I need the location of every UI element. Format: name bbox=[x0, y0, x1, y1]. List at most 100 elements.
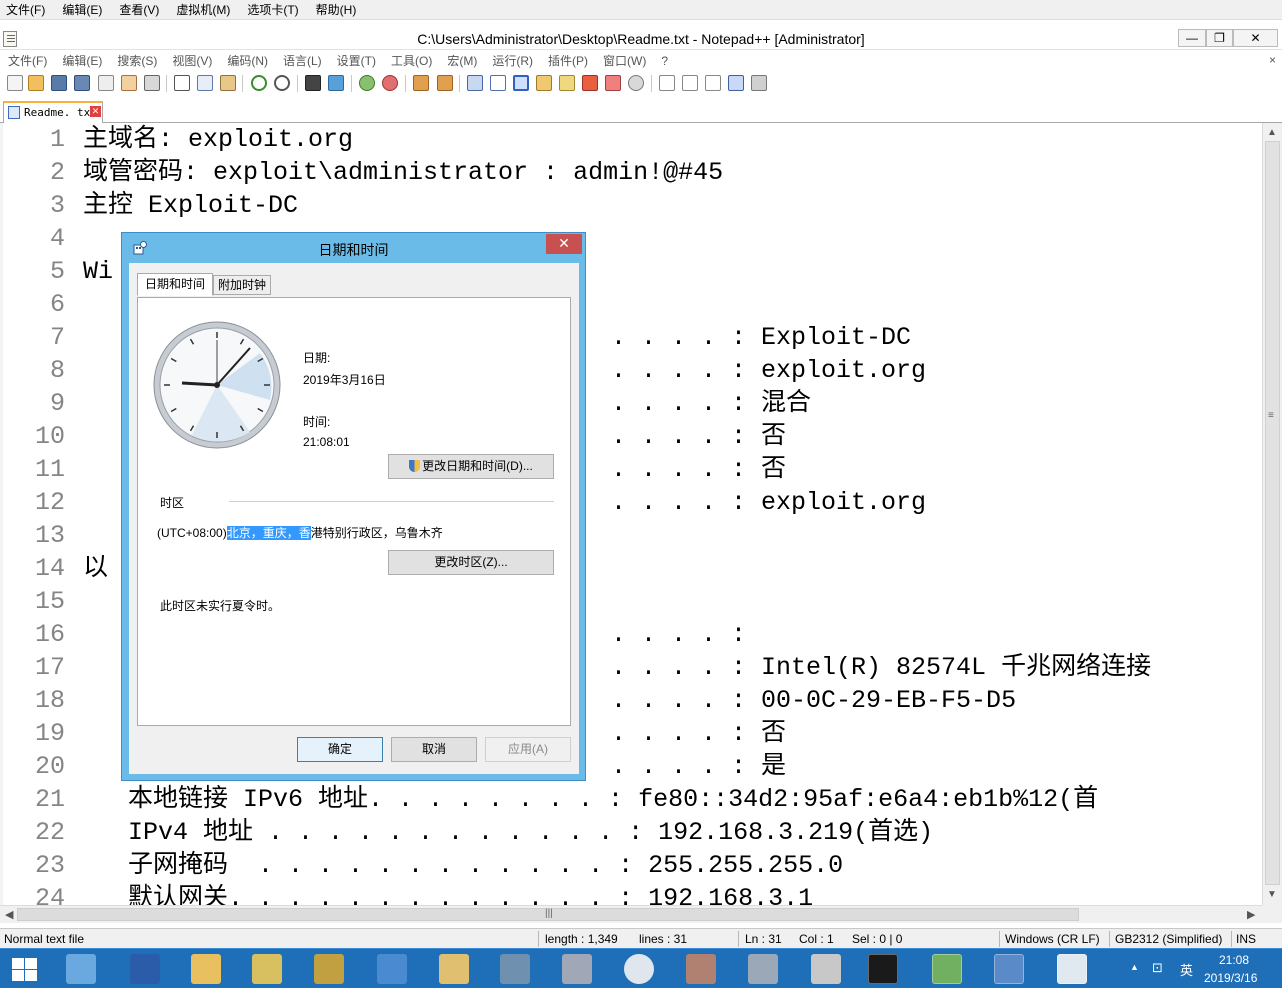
ad-users-icon[interactable] bbox=[314, 954, 344, 984]
udl-icon[interactable] bbox=[536, 75, 552, 91]
play-macro-icon[interactable] bbox=[705, 75, 721, 91]
server-icon[interactable] bbox=[811, 954, 841, 984]
close-all-icon[interactable] bbox=[121, 75, 137, 91]
menu-window[interactable]: 窗口(W) bbox=[603, 52, 646, 69]
minimize-button[interactable]: — bbox=[1178, 29, 1206, 47]
vertical-scroll-thumb[interactable] bbox=[1265, 141, 1280, 885]
save-macro-icon[interactable] bbox=[751, 75, 767, 91]
menu-search[interactable]: 搜索(S) bbox=[117, 52, 157, 69]
indent-guide-icon[interactable] bbox=[513, 75, 529, 91]
sync-vertical-icon[interactable] bbox=[413, 75, 429, 91]
save-all-icon[interactable] bbox=[74, 75, 90, 91]
cmd-icon[interactable] bbox=[868, 954, 898, 984]
menu-settings[interactable]: 设置(T) bbox=[337, 52, 376, 69]
monitoring-icon[interactable] bbox=[628, 75, 644, 91]
close-document-icon[interactable]: × bbox=[1269, 53, 1276, 67]
menu-language[interactable]: 语言(L) bbox=[283, 52, 322, 69]
tray-expand-icon[interactable]: ▲ bbox=[1130, 962, 1139, 972]
redo-icon[interactable] bbox=[274, 75, 290, 91]
tab-date-time[interactable]: 日期和时间 bbox=[137, 273, 213, 296]
menu-file[interactable]: 文件(F) bbox=[8, 52, 47, 69]
notepadpp-taskbar-icon[interactable] bbox=[932, 954, 962, 984]
dialog-close-button[interactable]: ✕ bbox=[546, 234, 582, 254]
folder-workspace-icon[interactable] bbox=[605, 75, 621, 91]
run-macro-multiple-icon[interactable] bbox=[728, 75, 744, 91]
network-tray-icon[interactable]: ⊡ bbox=[1152, 960, 1163, 976]
open-file-icon[interactable] bbox=[28, 75, 44, 91]
menu-help[interactable]: ? bbox=[661, 54, 668, 68]
copy-icon[interactable] bbox=[197, 75, 213, 91]
zoom-in-icon[interactable] bbox=[359, 75, 375, 91]
close-button[interactable]: ✕ bbox=[1233, 29, 1278, 47]
ime-indicator[interactable]: 英 bbox=[1180, 960, 1193, 979]
doc-map-icon[interactable] bbox=[559, 75, 575, 91]
print-icon[interactable] bbox=[144, 75, 160, 91]
show-all-chars-icon[interactable] bbox=[490, 75, 506, 91]
new-file-icon[interactable] bbox=[7, 75, 23, 91]
tray-clock-time[interactable]: 21:08 bbox=[1219, 953, 1249, 967]
vm-menu-edit[interactable]: 编辑(E) bbox=[62, 1, 102, 18]
powershell-icon[interactable] bbox=[130, 954, 160, 984]
menu-view[interactable]: 视图(V) bbox=[172, 52, 212, 69]
computer-management-icon[interactable] bbox=[562, 954, 592, 984]
vertical-scrollbar[interactable]: ▲ ≡ ▼ bbox=[1262, 123, 1282, 905]
dialog-titlebar[interactable]: 日期和时间 ✕ bbox=[122, 233, 585, 263]
timezone-text[interactable]: (UTC+08:00)北京，重庆，香港特别行政区，乌鲁木齐 bbox=[157, 524, 443, 541]
notepad-icon[interactable] bbox=[439, 954, 469, 984]
server-manager-icon[interactable] bbox=[66, 954, 96, 984]
paste-icon[interactable] bbox=[220, 75, 236, 91]
event-viewer-icon[interactable] bbox=[686, 954, 716, 984]
taskbar: ▲ ⊡ 英 21:08 2019/3/16 bbox=[0, 948, 1282, 988]
stop-macro-icon[interactable] bbox=[682, 75, 698, 91]
replace-icon[interactable] bbox=[328, 75, 344, 91]
sites-services-icon[interactable] bbox=[377, 954, 407, 984]
scroll-corner bbox=[1262, 905, 1282, 923]
menu-tools[interactable]: 工具(O) bbox=[391, 52, 432, 69]
tab-readme[interactable]: Readme. txt ✕ bbox=[3, 101, 103, 123]
datetime-taskbar-icon[interactable] bbox=[1057, 954, 1087, 984]
file-explorer-icon[interactable] bbox=[191, 954, 221, 984]
status-eol[interactable]: Windows (CR LF) bbox=[1005, 932, 1100, 946]
menu-edit[interactable]: 编辑(E) bbox=[62, 52, 102, 69]
scroll-right-icon[interactable]: ▶ bbox=[1247, 908, 1255, 921]
services-gear-icon[interactable] bbox=[748, 954, 778, 984]
save-icon[interactable] bbox=[51, 75, 67, 91]
find-icon[interactable] bbox=[305, 75, 321, 91]
zoom-out-icon[interactable] bbox=[382, 75, 398, 91]
vm-menu-tabs[interactable]: 选项卡(T) bbox=[247, 1, 298, 18]
menu-plugins[interactable]: 插件(P) bbox=[548, 52, 588, 69]
horizontal-scrollbar[interactable]: ◀ ||| ▶ bbox=[0, 905, 1262, 923]
vm-menu-file[interactable]: 文件(F) bbox=[6, 1, 45, 18]
close-file-icon[interactable] bbox=[98, 75, 114, 91]
vm-menu-vm[interactable]: 虚拟机(M) bbox=[176, 1, 230, 18]
change-timezone-button[interactable]: 更改时区(Z)... bbox=[388, 550, 554, 575]
menu-encoding[interactable]: 编码(N) bbox=[227, 52, 268, 69]
menu-macro[interactable]: 宏(M) bbox=[447, 52, 477, 69]
scroll-up-icon[interactable]: ▲ bbox=[1267, 127, 1277, 138]
control-panel-icon[interactable] bbox=[994, 954, 1024, 984]
word-wrap-icon[interactable] bbox=[467, 75, 483, 91]
ok-button[interactable]: 确定 bbox=[297, 737, 383, 762]
cut-icon[interactable] bbox=[174, 75, 190, 91]
clock-icon[interactable] bbox=[624, 954, 654, 984]
ad-tool-icon[interactable] bbox=[252, 954, 282, 984]
cancel-button[interactable]: 取消 bbox=[391, 737, 477, 762]
function-list-icon[interactable] bbox=[582, 75, 598, 91]
network-icon[interactable] bbox=[500, 954, 530, 984]
start-button[interactable] bbox=[12, 958, 38, 982]
tab-additional-clocks[interactable]: 附加时钟 bbox=[213, 275, 271, 295]
status-encoding[interactable]: GB2312 (Simplified) bbox=[1115, 932, 1222, 946]
change-datetime-button[interactable]: 更改日期和时间(D)... bbox=[388, 454, 554, 479]
scroll-left-icon[interactable]: ◀ bbox=[5, 908, 13, 921]
scroll-down-icon[interactable]: ▼ bbox=[1267, 889, 1277, 900]
menu-run[interactable]: 运行(R) bbox=[492, 52, 533, 69]
tab-close-icon[interactable]: ✕ bbox=[90, 106, 101, 117]
maximize-button[interactable]: ❐ bbox=[1206, 29, 1233, 47]
tray-clock-date[interactable]: 2019/3/16 bbox=[1204, 971, 1257, 985]
record-macro-icon[interactable] bbox=[659, 75, 675, 91]
vm-menu-view[interactable]: 查看(V) bbox=[119, 1, 159, 18]
sync-horizontal-icon[interactable] bbox=[437, 75, 453, 91]
apply-button[interactable]: 应用(A) bbox=[485, 737, 571, 762]
undo-icon[interactable] bbox=[251, 75, 267, 91]
vm-menu-help[interactable]: 帮助(H) bbox=[316, 1, 357, 18]
